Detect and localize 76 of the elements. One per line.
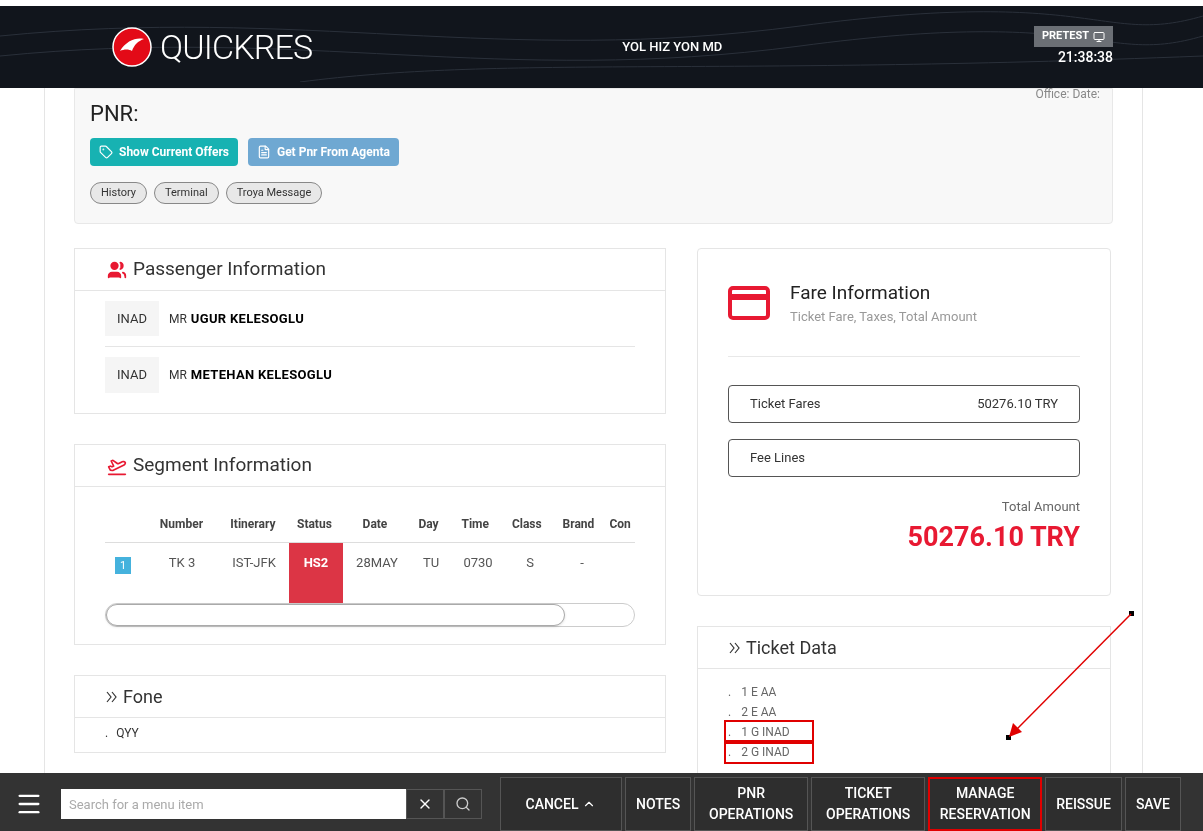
toolbar-button[interactable]: NOTES bbox=[625, 777, 692, 831]
bullet-dot: . bbox=[728, 704, 732, 721]
toolbar-button[interactable]: SAVE bbox=[1124, 777, 1182, 831]
panel-title: Fone bbox=[123, 685, 163, 709]
fare-line-button[interactable]: Ticket Fares 50276.10 TRY bbox=[728, 385, 1080, 423]
toolbar-button[interactable]: CANCEL bbox=[500, 777, 622, 831]
passenger-title: MR bbox=[168, 367, 187, 384]
toolbar-button[interactable]: REISSUE bbox=[1045, 777, 1122, 831]
column-header: Status bbox=[296, 515, 333, 533]
fare-line-amount: 50276.10 TRY bbox=[977, 395, 1058, 414]
clock-time: 21:38:38 bbox=[1057, 47, 1113, 67]
table-cell-text: 0730 bbox=[462, 554, 494, 572]
ticket-entry: 1 E AA bbox=[741, 684, 777, 701]
toolbar-button[interactable]: PNR OPERATIONS bbox=[694, 777, 809, 831]
bullet-dot: . bbox=[728, 684, 732, 701]
panel-title: Fare Information bbox=[790, 279, 932, 306]
ticket-entry: 2 G INAD bbox=[741, 744, 790, 761]
fare-line-button[interactable]: Fee Lines bbox=[728, 439, 1080, 477]
table-cell-text: TU bbox=[422, 554, 441, 572]
table-cell-text: 28MAY bbox=[355, 554, 399, 572]
environment-badge: PRETEST bbox=[1033, 26, 1113, 47]
document-icon bbox=[256, 145, 271, 159]
fare-line-label: Fee Lines bbox=[750, 449, 805, 468]
monitor-icon bbox=[1093, 30, 1105, 43]
card-icon bbox=[728, 285, 770, 320]
ticket-entry: 2 E AA bbox=[741, 704, 777, 721]
column-header: Number bbox=[158, 515, 205, 533]
table-cell-text: - bbox=[579, 554, 585, 572]
bullet-dot: . bbox=[728, 744, 732, 761]
passenger-title: MR bbox=[168, 310, 187, 328]
table-cell-text: IST-JFK bbox=[231, 554, 277, 572]
column-header: Itinerary bbox=[229, 515, 277, 533]
column-header: Brand bbox=[561, 515, 596, 533]
segment-index: 1 bbox=[115, 557, 132, 574]
bullet-dot: . bbox=[728, 724, 732, 741]
passenger-type-tag: INAD bbox=[105, 357, 159, 393]
logo-icon bbox=[112, 27, 152, 67]
double-chevron-icon bbox=[105, 689, 119, 704]
column-header: Day bbox=[417, 515, 440, 533]
panel-title: Passenger Information bbox=[133, 256, 326, 283]
history-chip[interactable]: History bbox=[90, 182, 147, 204]
office-date-label: Office: Date: bbox=[1035, 86, 1100, 103]
panel-subtitle: Ticket Fare, Taxes, Total Amount bbox=[790, 308, 977, 326]
column-header: Time bbox=[460, 515, 490, 533]
column-header: Date bbox=[361, 515, 389, 533]
total-label: Total Amount bbox=[1001, 498, 1080, 516]
clear-button[interactable] bbox=[406, 789, 444, 819]
total-amount: 50276.10 TRY bbox=[907, 519, 1080, 555]
user-office: YOL HIZ YON MD bbox=[622, 38, 723, 57]
double-chevron-icon bbox=[728, 640, 742, 655]
scrollbar-thumb[interactable] bbox=[106, 604, 566, 626]
column-header: Con bbox=[608, 515, 632, 533]
phone-entry: QYY bbox=[116, 725, 139, 742]
search-icon bbox=[455, 796, 471, 812]
people-icon bbox=[107, 259, 127, 280]
panel-title: Segment Information bbox=[133, 452, 312, 479]
passenger-type-tag: INAD bbox=[105, 300, 159, 337]
app-logo-text: QUICKRES bbox=[160, 25, 313, 69]
history-chip[interactable]: Terminal bbox=[154, 182, 219, 204]
fare-line-label: Ticket Fares bbox=[750, 395, 821, 414]
history-chip[interactable]: Troya Message bbox=[225, 182, 323, 204]
ticket-entry: 1 G INAD bbox=[741, 724, 790, 741]
status-cell: HS2 bbox=[289, 543, 343, 603]
tag-icon bbox=[99, 145, 113, 159]
pnr-title: PNR: bbox=[90, 100, 140, 128]
panel-title: Ticket Data bbox=[746, 636, 837, 660]
passenger-name: METEHAN KELESOGLU bbox=[190, 366, 333, 385]
table-cell-text: S bbox=[525, 554, 535, 572]
search-field[interactable]: Search for a menu item bbox=[61, 789, 406, 819]
search-button[interactable] bbox=[444, 789, 482, 819]
column-header: Class bbox=[510, 515, 543, 533]
table-cell-text: TK 3 bbox=[167, 554, 197, 572]
bullet-dot: . bbox=[105, 725, 109, 742]
toolbar-button[interactable]: MANAGE RESERVATION bbox=[928, 777, 1043, 831]
passenger-name: UGUR KELESOGLU bbox=[190, 309, 305, 328]
toolbar-button[interactable]: TICKET OPERATIONS bbox=[811, 777, 926, 831]
